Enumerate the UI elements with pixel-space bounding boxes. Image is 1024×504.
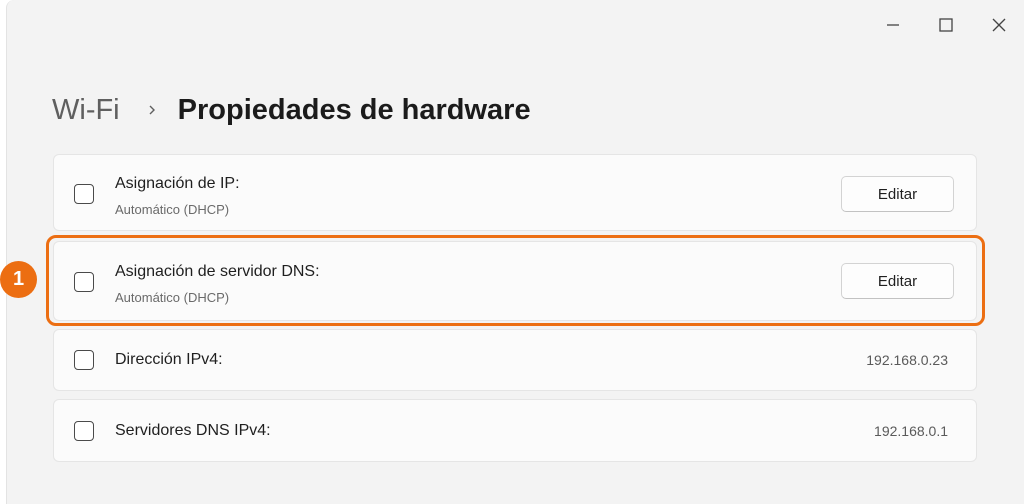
setting-row-ipv4-dns-servers: Servidores DNS IPv4: 192.168.0.1 xyxy=(53,399,977,462)
maximize-button[interactable] xyxy=(919,0,972,50)
close-button[interactable] xyxy=(972,0,1024,50)
close-icon xyxy=(992,18,1005,32)
checkbox-ip-assignment[interactable] xyxy=(74,184,94,204)
row-title: Asignación de IP: xyxy=(115,175,240,192)
breadcrumb-parent-wifi[interactable]: Wi-Fi xyxy=(52,94,120,127)
minimize-icon xyxy=(886,24,899,26)
edit-ip-assignment-button[interactable]: Editar xyxy=(841,176,954,212)
chevron-right-icon xyxy=(148,104,156,116)
setting-row-ip-assignment: Asignación de IP: Automático (DHCP) Edit… xyxy=(53,154,977,231)
checkbox-ipv4-dns-servers[interactable] xyxy=(74,421,94,441)
minimize-button[interactable] xyxy=(866,0,919,50)
settings-window: Wi-Fi Propiedades de hardware Asignación… xyxy=(6,0,1024,504)
annotation-marker: 1 xyxy=(0,261,37,298)
row-value: 192.168.0.23 xyxy=(866,352,948,368)
row-title: Dirección IPv4: xyxy=(115,351,223,368)
annotation-highlight xyxy=(46,235,985,326)
row-subtitle: Automático (DHCP) xyxy=(115,202,230,217)
breadcrumb: Wi-Fi Propiedades de hardware xyxy=(52,88,531,132)
page-title: Propiedades de hardware xyxy=(177,93,531,126)
title-bar xyxy=(866,0,1024,50)
row-title: Servidores DNS IPv4: xyxy=(115,422,271,439)
checkbox-ipv4-address[interactable] xyxy=(74,350,94,370)
row-value: 192.168.0.1 xyxy=(874,423,948,439)
setting-row-ipv4-address: Dirección IPv4: 192.168.0.23 xyxy=(53,329,977,391)
maximize-icon xyxy=(938,18,953,32)
